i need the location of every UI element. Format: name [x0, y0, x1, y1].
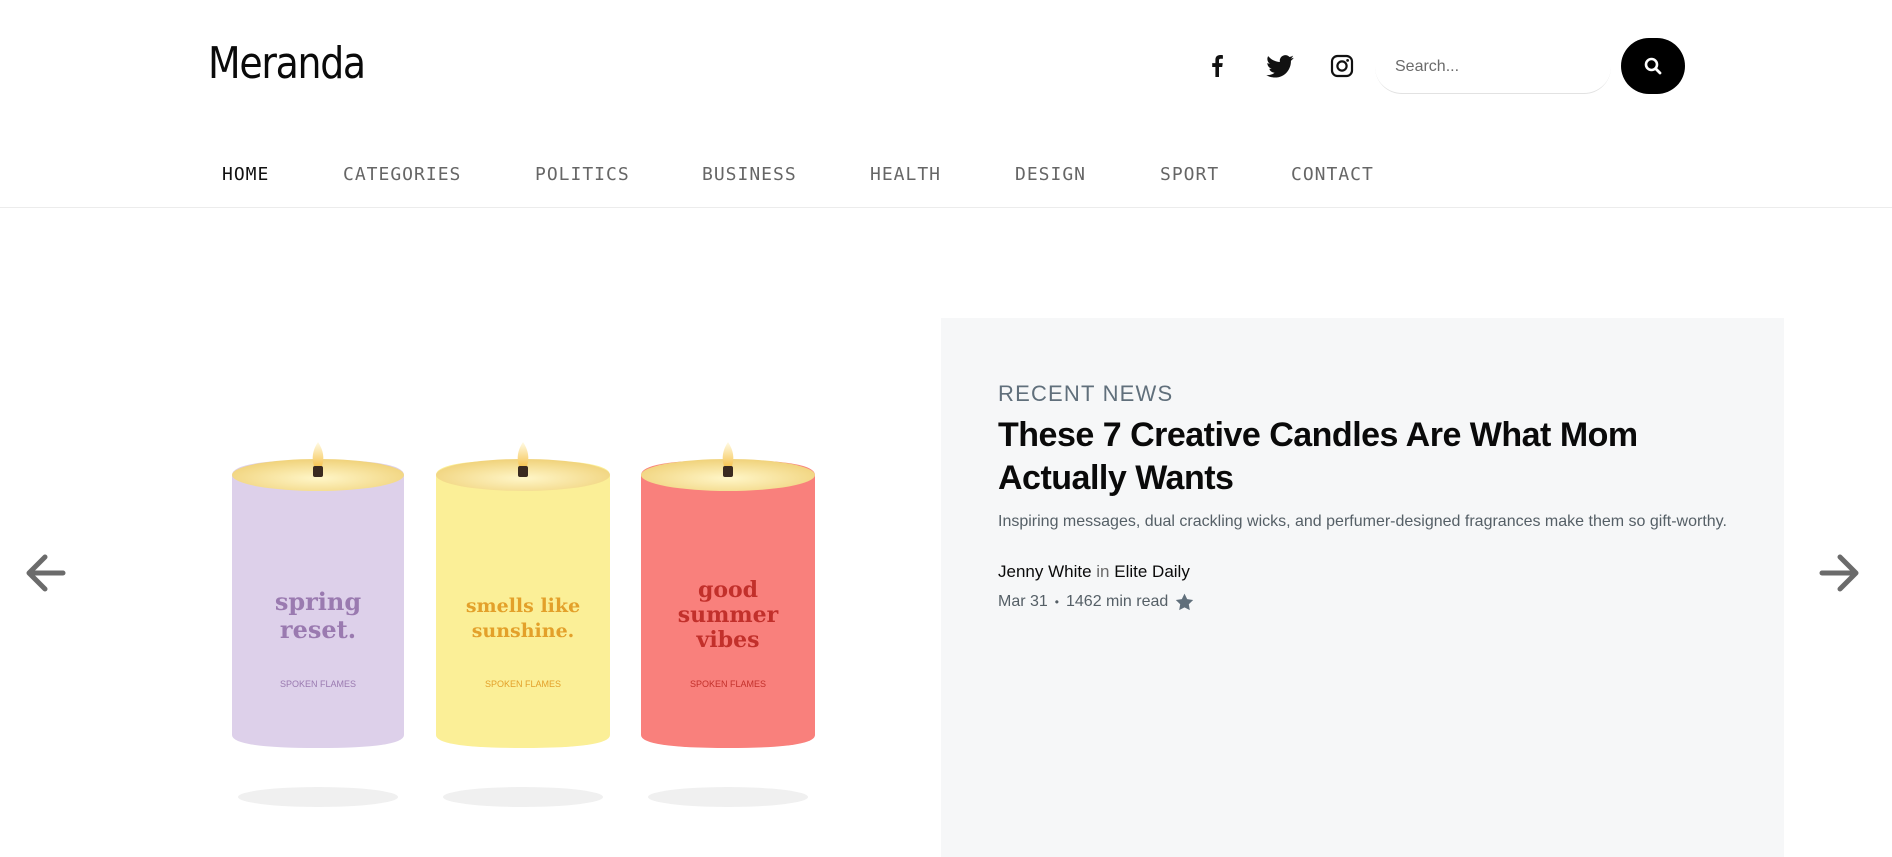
main-nav: HOME CATEGORIES POLITICS BUSINESS HEALTH… — [0, 140, 1892, 208]
read-time: 1462 min read — [1066, 593, 1169, 610]
candle-2: smells like sunshine. SPOKEN FLAMES — [436, 442, 610, 807]
hero-candles-image[interactable]: spring reset. SPOKEN FLAMES smells like … — [218, 440, 838, 820]
candle-3-line-2: summer — [678, 602, 779, 628]
candle-2-line-2: sunshine. — [472, 620, 575, 642]
candle-3-line-1: good — [698, 577, 758, 603]
candle-1-line-1: spring — [275, 587, 362, 616]
twitter-icon[interactable] — [1263, 49, 1297, 83]
nav-item-design[interactable]: DESIGN — [1015, 164, 1086, 185]
instagram-icon[interactable] — [1325, 49, 1359, 83]
article-excerpt: Inspiring messages, dual crackling wicks… — [998, 513, 1727, 530]
candle-3: good summer vibes SPOKEN FLAMES — [641, 442, 815, 807]
article-title[interactable]: These 7 Creative Candles Are What Mom Ac… — [998, 414, 1718, 500]
byline-in: in — [1096, 562, 1110, 581]
arrow-left-icon[interactable] — [25, 553, 69, 593]
star-icon[interactable] — [1175, 593, 1194, 611]
candle-3-line-3: vibes — [696, 627, 760, 653]
nav-item-business[interactable]: BUSINESS — [702, 164, 797, 185]
section-kicker: RECENT NEWS — [998, 381, 1174, 406]
nav-item-politics[interactable]: POLITICS — [535, 164, 630, 185]
arrow-right-icon[interactable] — [1816, 553, 1860, 593]
search-button[interactable] — [1621, 38, 1685, 94]
nav-item-home[interactable]: HOME — [222, 164, 269, 185]
facebook-icon[interactable] — [1200, 49, 1234, 83]
search-icon — [1644, 57, 1662, 75]
author-link[interactable]: Jenny White — [998, 562, 1092, 581]
page: Meranda HOME CATEGORIES POLITICS BUSINES… — [0, 0, 1892, 857]
search-input[interactable] — [1375, 40, 1611, 94]
nav-item-categories[interactable]: CATEGORIES — [343, 164, 461, 185]
nav-item-sport[interactable]: SPORT — [1160, 164, 1219, 185]
byline: Jenny White in Elite Daily — [998, 562, 1190, 582]
candle-3-brand: SPOKEN FLAMES — [690, 679, 766, 689]
article-meta: Mar 31 • 1462 min read — [998, 593, 1194, 611]
candle-1-brand: SPOKEN FLAMES — [280, 679, 356, 689]
candle-2-brand: SPOKEN FLAMES — [485, 679, 561, 689]
site-logo[interactable]: Meranda — [208, 38, 366, 89]
article-date: Mar 31 — [998, 593, 1048, 610]
meta-separator: • — [1054, 595, 1059, 609]
nav-item-contact[interactable]: CONTACT — [1291, 164, 1374, 185]
candle-2-line-1: smells like — [466, 595, 580, 617]
candle-1-line-2: reset. — [280, 615, 356, 644]
featured-card: RECENT NEWS These 7 Creative Candles Are… — [941, 318, 1784, 857]
nav-item-health[interactable]: HEALTH — [870, 164, 941, 185]
candle-1: spring reset. SPOKEN FLAMES — [232, 442, 404, 807]
publication-link[interactable]: Elite Daily — [1114, 562, 1190, 581]
